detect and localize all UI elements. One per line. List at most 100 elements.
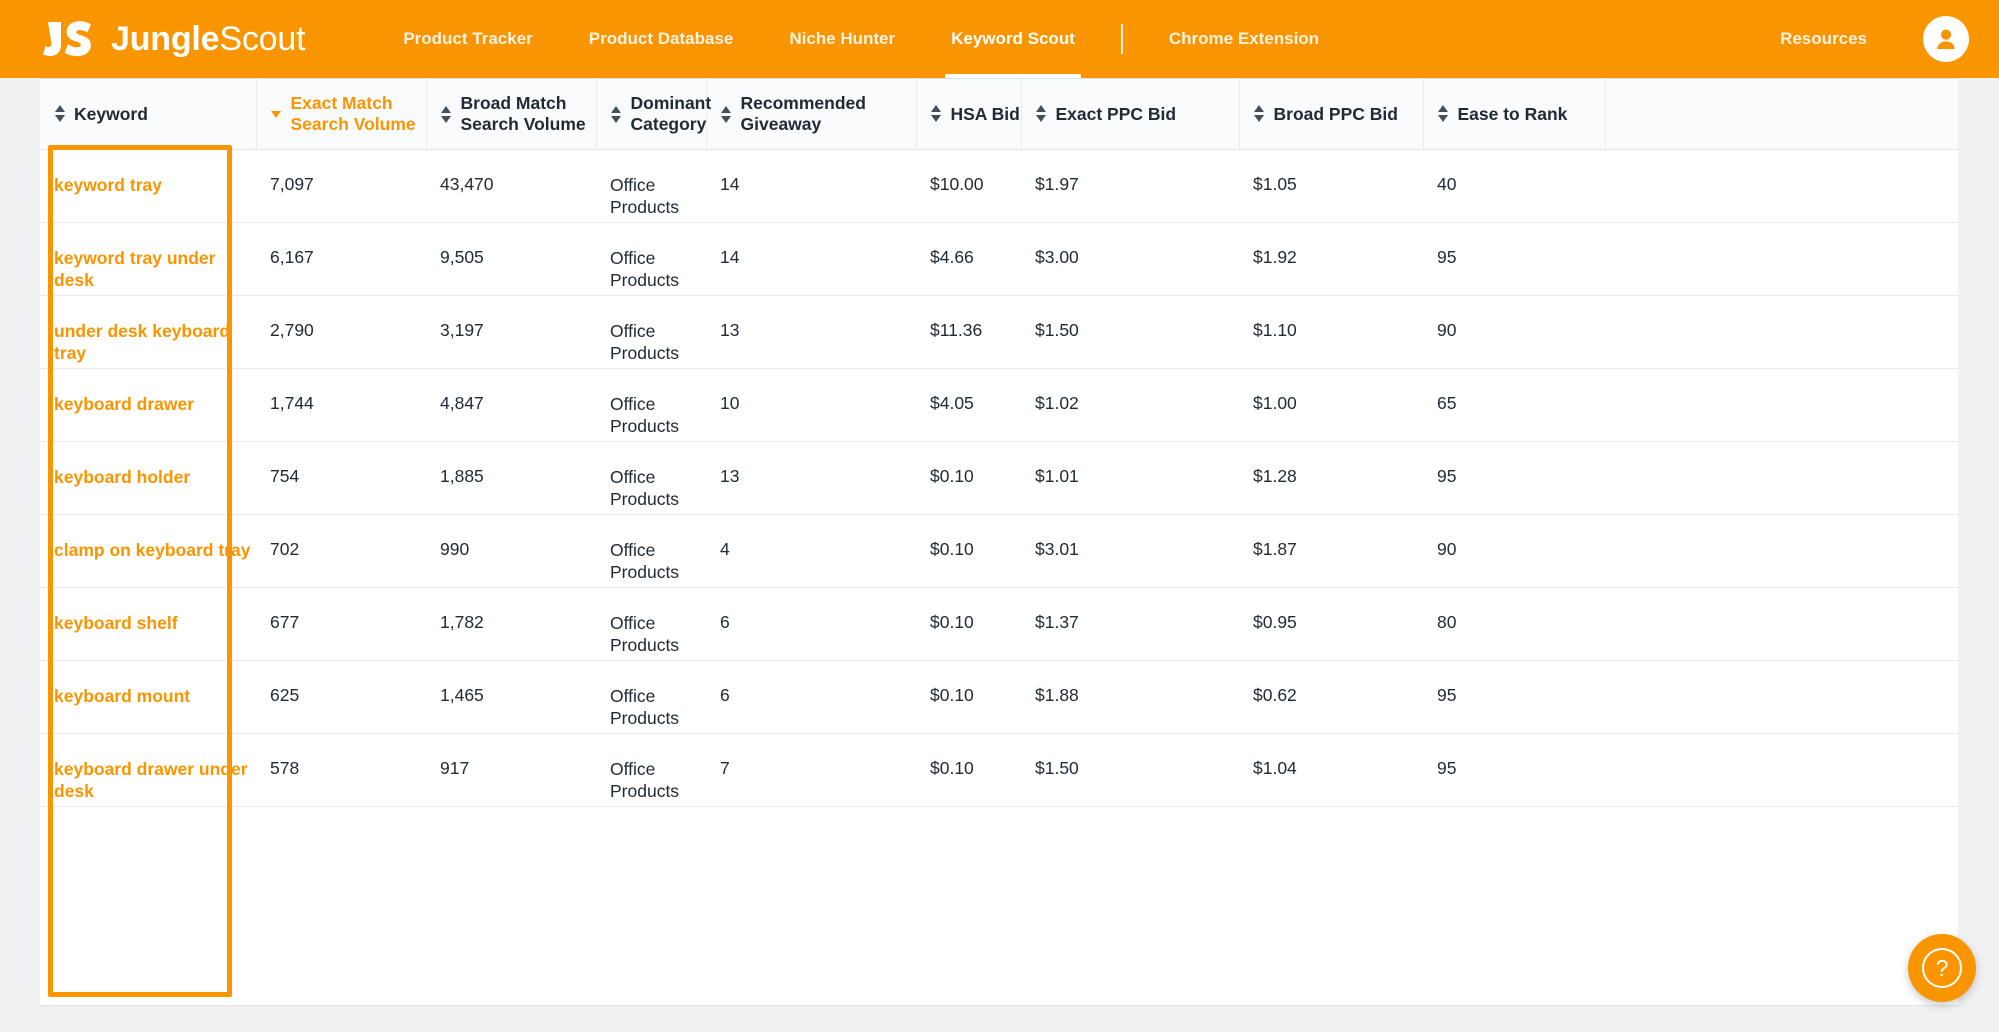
sort-toggle-exact-match-search-volume[interactable] <box>271 110 282 118</box>
cell-giveaway: 13 <box>706 441 916 515</box>
caret-up-icon <box>441 105 451 113</box>
table-row[interactable]: keyboard drawer 1,744 4,847 Office Products… <box>40 368 1958 442</box>
caret-up-icon <box>1438 105 1448 113</box>
column-header-exact-ppc-bid-label: Exact PPC Bid <box>1055 103 1177 124</box>
column-header-recommended-giveaway[interactable]: Recommended Giveaway <box>706 78 917 150</box>
cell-giveaway: 10 <box>706 368 916 442</box>
cell-broad-volume: 1,885 <box>426 441 596 515</box>
cell-exact-volume: 677 <box>256 587 426 661</box>
sort-toggle-ease-to-rank[interactable] <box>1438 105 1449 123</box>
cell-hsa-bid: $11.36 <box>916 295 1021 369</box>
cell-exact-ppc: $1.37 <box>1021 587 1239 661</box>
cell-broad-ppc: $1.05 <box>1239 149 1423 223</box>
caret-up-icon <box>54 105 65 113</box>
cell-broad-volume: 4,847 <box>426 368 596 442</box>
nav-item-resources[interactable]: Resources <box>1752 0 1895 78</box>
table-row[interactable]: keyboard holder 754 1,885 Office Products 13… <box>40 441 1958 515</box>
column-header-exact-ppc-bid[interactable]: Exact PPC Bid <box>1021 78 1240 150</box>
column-header-broad-match-label: Broad Match Search Volume <box>461 93 586 134</box>
cell-keyword[interactable]: keyboard drawer under desk <box>40 733 256 807</box>
cell-keyword[interactable]: keyboard holder <box>40 441 256 515</box>
nav-item-product-tracker[interactable]: Product Tracker <box>375 0 560 78</box>
table-row[interactable]: under desk keyboard tray 2,790 3,197 Office… <box>40 295 1958 369</box>
cell-keyword[interactable]: keyboard drawer <box>40 368 256 442</box>
cell-keyword[interactable]: keyboard shelf <box>40 587 256 661</box>
cell-ease: 80 <box>1423 587 1605 661</box>
nav-item-keyword-scout[interactable]: Keyword Scout <box>923 0 1103 78</box>
cell-hsa-bid: $4.05 <box>916 368 1021 442</box>
sort-toggle-dominant-category[interactable] <box>611 105 622 123</box>
question-mark-icon: ? <box>1922 948 1962 988</box>
label-line-2: Category <box>630 114 707 134</box>
cell-exact-ppc: $3.01 <box>1021 514 1239 588</box>
column-header-hsa-bid[interactable]: HSA Bid <box>916 78 1022 150</box>
sort-toggle-broad-match-search-volume[interactable] <box>441 105 452 123</box>
cell-hsa-bid: $0.10 <box>916 514 1021 588</box>
cell-giveaway: 14 <box>706 149 916 223</box>
brand-logo[interactable]: JungleScout <box>42 0 306 78</box>
sort-toggle-recommended-giveaway[interactable] <box>721 105 732 123</box>
table-row[interactable]: keyword tray under desk 6,167 9,505 Office … <box>40 222 1958 296</box>
cell-exact-volume: 578 <box>256 733 426 807</box>
sort-toggle-broad-ppc-bid[interactable] <box>1254 105 1265 123</box>
brand-name-light: Scout <box>219 19 306 58</box>
column-header-keyword[interactable]: Keyword <box>40 78 257 150</box>
cell-category: Office Products <box>596 295 706 369</box>
cell-hsa-bid: $0.10 <box>916 441 1021 515</box>
label-line-1: Dominant <box>630 93 712 114</box>
cell-broad-ppc: $0.62 <box>1239 660 1423 734</box>
cell-spacer <box>1605 149 1958 223</box>
cell-keyword[interactable]: keyword tray under desk <box>40 222 256 296</box>
column-header-exact-match-search-volume[interactable]: Exact Match Search Volume <box>256 78 427 150</box>
cell-broad-volume: 917 <box>426 733 596 807</box>
cell-exact-volume: 754 <box>256 441 426 515</box>
cell-spacer <box>1605 441 1958 515</box>
table-row[interactable]: keyword tray 7,097 43,470 Office Products 14… <box>40 149 1958 223</box>
cell-broad-ppc: $1.04 <box>1239 733 1423 807</box>
caret-up-icon <box>931 105 941 113</box>
cell-exact-ppc: $3.00 <box>1021 222 1239 296</box>
sort-toggle-keyword[interactable] <box>54 105 65 123</box>
user-avatar-button[interactable] <box>1923 16 1969 62</box>
cell-broad-ppc: $1.28 <box>1239 441 1423 515</box>
primary-nav: Product Tracker Product Database Niche H… <box>375 0 1347 78</box>
sort-toggle-exact-ppc-bid[interactable] <box>1036 105 1047 123</box>
cell-keyword[interactable]: under desk keyboard tray <box>40 295 256 369</box>
column-header-hsa-bid-label: HSA Bid <box>950 103 1020 124</box>
table-row[interactable]: keyboard mount 625 1,465 Office Products 6 $0… <box>40 660 1958 734</box>
caret-up-icon <box>1254 105 1264 113</box>
cell-spacer <box>1605 295 1958 369</box>
table-bottom-strip <box>40 1005 1958 1032</box>
table-row[interactable]: keyboard drawer under desk 578 917 Office P… <box>40 733 1958 807</box>
nav-item-product-database[interactable]: Product Database <box>561 0 762 78</box>
nav-item-niche-hunter[interactable]: Niche Hunter <box>761 0 923 78</box>
cell-keyword[interactable]: clamp on keyboard tray <box>40 514 256 588</box>
sort-toggle-hsa-bid[interactable] <box>931 105 942 123</box>
cell-keyword[interactable]: keyboard mount <box>40 660 256 734</box>
cell-hsa-bid: $10.00 <box>916 149 1021 223</box>
brand-name-bold: Jungle <box>111 19 220 58</box>
column-header-broad-match-search-volume[interactable]: Broad Match Search Volume <box>426 78 597 150</box>
table-row[interactable]: keyboard shelf 677 1,782 Office Products 6 $0… <box>40 587 1958 661</box>
column-header-ease-to-rank[interactable]: Ease to Rank <box>1423 78 1606 150</box>
column-header-dominant-category[interactable]: Dominant Category <box>596 78 711 150</box>
column-header-broad-ppc-bid[interactable]: Broad PPC Bid <box>1239 78 1424 150</box>
cell-exact-ppc: $1.88 <box>1021 660 1239 734</box>
top-navigation-bar: JungleScout Product Tracker Product Data… <box>0 0 1999 78</box>
table-row[interactable]: clamp on keyboard tray 702 990 Office Produ… <box>40 514 1958 588</box>
cell-exact-ppc: $1.50 <box>1021 295 1239 369</box>
keyword-results-table-container: Keyword Exact Match Search Volume Broad … <box>40 78 1958 1032</box>
cell-giveaway: 7 <box>706 733 916 807</box>
help-button[interactable]: ? <box>1908 934 1976 1002</box>
cell-hsa-bid: $0.10 <box>916 660 1021 734</box>
cell-broad-ppc: $0.95 <box>1239 587 1423 661</box>
cell-keyword[interactable]: keyword tray <box>40 149 256 223</box>
cell-exact-ppc: $1.50 <box>1021 733 1239 807</box>
cell-category: Office Products <box>596 733 706 807</box>
nav-item-chrome-extension[interactable]: Chrome Extension <box>1141 0 1347 78</box>
cell-exact-volume: 1,744 <box>256 368 426 442</box>
caret-down-icon <box>271 110 281 118</box>
table-body: keyword tray 7,097 43,470 Office Products 14… <box>40 149 1958 807</box>
cell-category: Office Products <box>596 222 706 296</box>
cell-hsa-bid: $4.66 <box>916 222 1021 296</box>
